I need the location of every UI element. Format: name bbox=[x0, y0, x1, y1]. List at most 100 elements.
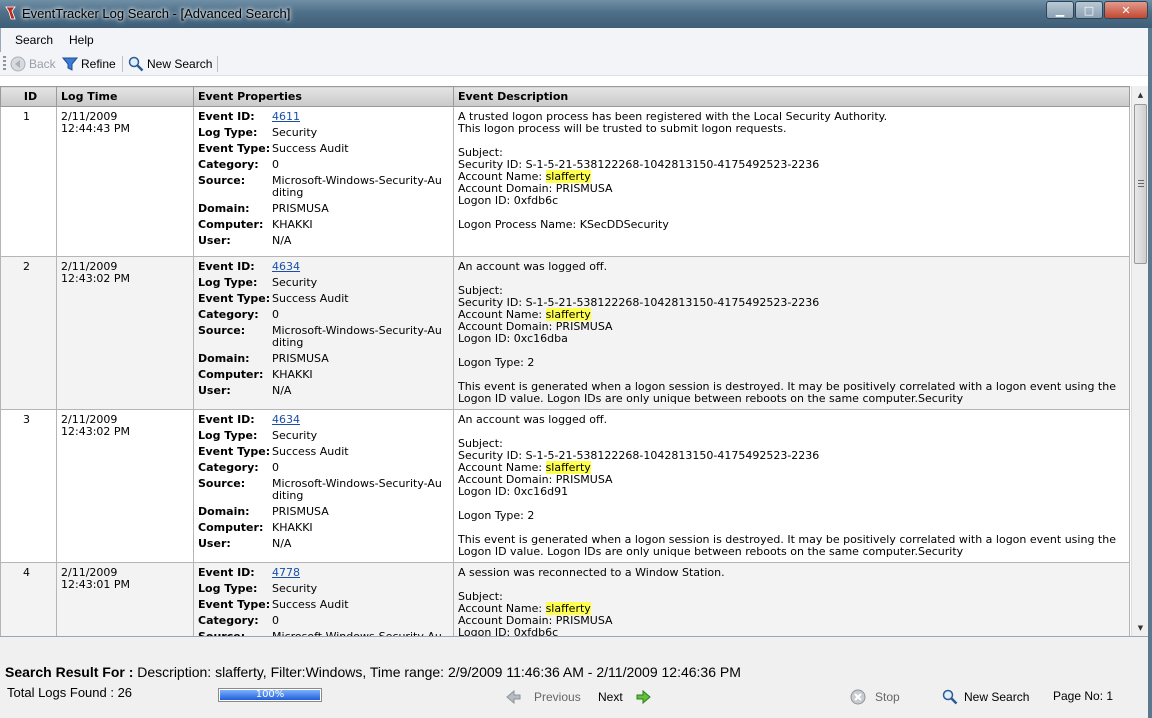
cell-event-properties: Event ID: 4634 Log Type: Security Event Type… bbox=[193, 409, 454, 563]
property-label: Computer: bbox=[198, 521, 264, 534]
table-row[interactable]: 1 2/11/2009 12:44:43 PM Event ID: 4611 Log Ty… bbox=[0, 106, 1130, 257]
property-row: Computer: KHAKKI bbox=[198, 369, 449, 381]
previous-arrow-icon bbox=[506, 689, 521, 705]
property-value: 0 bbox=[272, 158, 279, 171]
description-line: Logon ID: 0xc16d91 bbox=[458, 485, 569, 498]
property-row: Domain: PRISMUSA bbox=[198, 203, 449, 215]
toolbar-grip[interactable] bbox=[3, 56, 6, 72]
refine-button[interactable]: Refine bbox=[62, 55, 116, 73]
column-header-event-properties[interactable]: Event Properties bbox=[193, 86, 454, 107]
property-row: Event ID: 4634 bbox=[198, 414, 449, 426]
property-value: Success Audit bbox=[272, 292, 349, 305]
back-arrow-icon bbox=[10, 56, 26, 72]
minimize-icon: ▁ bbox=[1055, 3, 1065, 17]
description-line: Logon ID: 0xfdb6c bbox=[458, 194, 559, 207]
menu-search[interactable]: Search bbox=[15, 33, 53, 47]
table-row[interactable]: 3 2/11/2009 12:43:02 PM Event ID: 4634 Log Ty… bbox=[0, 409, 1130, 563]
property-row: User: N/A bbox=[198, 538, 449, 550]
property-label: Domain: bbox=[198, 505, 250, 518]
table-row[interactable]: 2 2/11/2009 12:43:02 PM Event ID: 4634 Log Ty… bbox=[0, 256, 1130, 410]
description-line: Logon ID: 0xc16dba bbox=[458, 332, 568, 345]
cell-event-description: A session was reconnected to a Window St… bbox=[453, 562, 1130, 636]
property-value: Security bbox=[272, 582, 318, 595]
property-value: 0 bbox=[272, 461, 279, 474]
previous-button[interactable]: Previous bbox=[506, 689, 581, 705]
property-value: Success Audit bbox=[272, 598, 349, 611]
vertical-scrollbar[interactable]: ▲ ▼ bbox=[1131, 86, 1148, 636]
menu-help[interactable]: Help bbox=[69, 33, 94, 47]
cell-id: 3 bbox=[0, 409, 57, 563]
property-row: Domain: PRISMUSA bbox=[198, 353, 449, 365]
column-header-log-time[interactable]: Log Time bbox=[56, 86, 194, 107]
property-label: Event ID: bbox=[198, 110, 255, 123]
close-button[interactable]: ✕ bbox=[1104, 1, 1148, 19]
app-logo-icon bbox=[5, 6, 16, 20]
property-row: Source: Microsoft-Windows-Security-Auditi… bbox=[198, 478, 449, 502]
cell-event-properties: Event ID: 4634 Log Type: Security Event Type… bbox=[193, 256, 454, 410]
property-label: User: bbox=[198, 537, 231, 550]
scroll-down-icon[interactable]: ▼ bbox=[1132, 619, 1149, 636]
scroll-up-icon[interactable]: ▲ bbox=[1132, 86, 1149, 103]
menu-bar: Search Help bbox=[0, 28, 1148, 52]
property-value: Success Audit bbox=[272, 445, 349, 458]
next-button[interactable]: Next bbox=[598, 689, 651, 705]
property-label: Log Type: bbox=[198, 582, 258, 595]
new-search-button[interactable]: New Search bbox=[128, 55, 212, 73]
property-label: User: bbox=[198, 384, 231, 397]
property-label: Source: bbox=[198, 174, 246, 187]
toolbar-separator bbox=[217, 56, 218, 72]
property-label: Computer: bbox=[198, 218, 264, 231]
property-label: Computer: bbox=[198, 368, 264, 381]
property-label: Log Type: bbox=[198, 276, 258, 289]
description-line: A session was reconnected to a Window St… bbox=[458, 566, 725, 579]
filter-icon bbox=[62, 57, 78, 71]
event-id-link[interactable]: 4634 bbox=[272, 414, 444, 426]
cell-event-properties: Event ID: 4778 Log Type: Security Event Type… bbox=[193, 562, 454, 636]
bottom-new-search-button[interactable]: New Search bbox=[942, 689, 1029, 705]
back-button[interactable]: Back bbox=[10, 55, 56, 73]
property-row: Event ID: 4634 bbox=[198, 261, 449, 273]
cell-event-properties: Event ID: 4611 Log Type: Security Event Type… bbox=[193, 106, 454, 257]
cell-id: 2 bbox=[0, 256, 57, 410]
column-header-event-description[interactable]: Event Description bbox=[453, 86, 1130, 107]
description-line: This event is generated when a logon ses… bbox=[458, 533, 1116, 558]
scroll-thumb[interactable] bbox=[1134, 104, 1147, 264]
maximize-button[interactable]: □ bbox=[1075, 1, 1103, 19]
window-title: EventTracker Log Search - [Advanced Sear… bbox=[22, 6, 291, 21]
property-label: User: bbox=[198, 234, 231, 247]
event-id-link[interactable]: 4778 bbox=[272, 567, 444, 579]
description-line: This event is generated when a logon ses… bbox=[458, 380, 1116, 405]
stop-label: Stop bbox=[875, 690, 900, 704]
cell-event-description: A trusted logon process has been registe… bbox=[453, 106, 1130, 257]
column-header-id[interactable]: ID bbox=[0, 86, 57, 107]
cell-log-time: 2/11/2009 12:44:43 PM bbox=[56, 106, 194, 257]
property-label: Event Type: bbox=[198, 598, 271, 611]
log-time: 12:44:43 PM bbox=[61, 122, 131, 135]
property-value: KHAKKI bbox=[272, 521, 313, 534]
cell-event-description: An account was logged off. Subject: Securi… bbox=[453, 409, 1130, 563]
page-number: Page No: 1 bbox=[1053, 689, 1114, 703]
cell-log-time: 2/11/2009 12:43:01 PM bbox=[56, 562, 194, 636]
minimize-button[interactable]: ▁ bbox=[1046, 1, 1074, 19]
search-result-value: Description: slafferty, Filter:Windows, … bbox=[137, 664, 741, 680]
property-row: Log Type: Security bbox=[198, 430, 449, 442]
property-label: Category: bbox=[198, 614, 259, 627]
next-arrow-icon bbox=[636, 689, 651, 705]
event-id-link[interactable]: 4634 bbox=[272, 261, 444, 273]
stop-button[interactable]: Stop bbox=[850, 689, 900, 705]
property-row: Event Type: Success Audit bbox=[198, 446, 449, 458]
property-label: Event ID: bbox=[198, 260, 255, 273]
description-line: An account was logged off. bbox=[458, 260, 608, 273]
stop-icon bbox=[850, 689, 866, 705]
table-row[interactable]: 4 2/11/2009 12:43:01 PM Event ID: 4778 Log Ty… bbox=[0, 562, 1130, 636]
property-value: Security bbox=[272, 126, 318, 139]
property-row: Log Type: Security bbox=[198, 127, 449, 139]
cell-log-time: 2/11/2009 12:43:02 PM bbox=[56, 256, 194, 410]
description-line: Logon Type: 2 bbox=[458, 356, 535, 369]
event-id-link[interactable]: 4611 bbox=[272, 111, 444, 123]
cell-event-description: An account was logged off. Subject: Securi… bbox=[453, 256, 1130, 410]
